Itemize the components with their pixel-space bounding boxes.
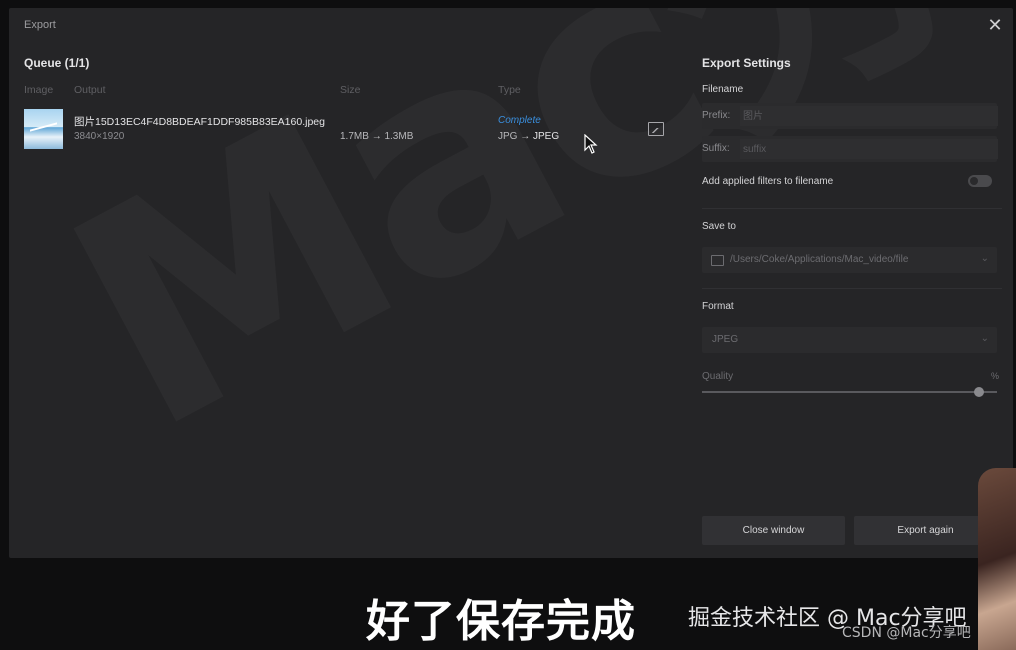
size-change: 1.7MB → 1.3MB — [340, 131, 413, 142]
image-thumbnail — [24, 109, 63, 149]
col-output-header: Output — [74, 84, 106, 96]
export-window: Mac分享吧 Export ✕ Queue (1/1) Image Output… — [9, 8, 1013, 558]
image-dimensions: 3840×1920 — [74, 131, 125, 142]
divider — [702, 208, 1002, 209]
type-change: JPG → JPEG — [498, 131, 559, 142]
window-title: Export — [24, 19, 56, 31]
suffix-field: Suffix: — [702, 136, 998, 162]
prefix-input[interactable] — [740, 106, 998, 126]
prefix-field: Prefix: — [702, 103, 998, 129]
add-filters-toggle[interactable] — [968, 175, 992, 187]
save-to-select[interactable]: /Users/Coke/Applications/Mac_video/file … — [702, 247, 997, 273]
suffix-input[interactable] — [740, 139, 998, 159]
quality-slider-track[interactable] — [702, 391, 997, 393]
quality-value: % — [990, 371, 999, 381]
size-after: 1.3MB — [384, 131, 414, 142]
csdn-watermark: CSDN @Mac分享吧 — [842, 625, 971, 641]
presenter-video — [978, 468, 1016, 650]
size-before: 1.7MB — [340, 131, 369, 142]
queue-title: Queue (1/1) — [24, 56, 90, 70]
suffix-label: Suffix: — [702, 143, 730, 154]
format-value: JPEG — [712, 334, 739, 345]
format-select[interactable]: JPEG ⌄ — [702, 327, 997, 353]
arrow-right-icon: → — [371, 131, 382, 142]
chevron-down-icon: ⌄ — [980, 253, 989, 264]
video-subtitle: 好了保存完成 — [366, 596, 636, 647]
save-to-label: Save to — [702, 221, 736, 232]
filename-label: Filename — [702, 84, 744, 95]
col-size-header: Size — [340, 84, 361, 96]
output-filename: 图片15D13EC4F4D8BDEAF1DDF985B83EA160.jpeg — [74, 116, 325, 128]
type-from: JPG — [498, 131, 518, 142]
image-folder-icon[interactable] — [648, 122, 664, 136]
save-to-path: /Users/Coke/Applications/Mac_video/file — [730, 254, 909, 265]
close-window-button[interactable]: Close window — [702, 516, 845, 545]
quality-label: Quality — [702, 371, 734, 382]
col-image-header: Image — [24, 84, 54, 96]
format-label: Format — [702, 301, 734, 312]
chevron-down-icon: ⌄ — [980, 333, 989, 344]
image-folder-icon — [711, 255, 724, 266]
export-settings-panel: Export Settings Filename Prefix: Suffix:… — [702, 8, 1013, 558]
col-type-header: Type — [498, 84, 521, 96]
export-again-button[interactable]: Export again — [854, 516, 997, 545]
type-to: JPEG — [533, 131, 560, 142]
quality-slider-thumb[interactable] — [974, 387, 985, 397]
mouse-pointer-icon — [584, 134, 598, 154]
add-filters-label: Add applied filters to filename — [702, 176, 834, 187]
arrow-right-icon: → — [520, 131, 531, 142]
prefix-label: Prefix: — [702, 110, 731, 121]
status-complete: Complete — [498, 115, 541, 126]
settings-title: Export Settings — [702, 56, 791, 70]
divider — [702, 288, 1002, 289]
